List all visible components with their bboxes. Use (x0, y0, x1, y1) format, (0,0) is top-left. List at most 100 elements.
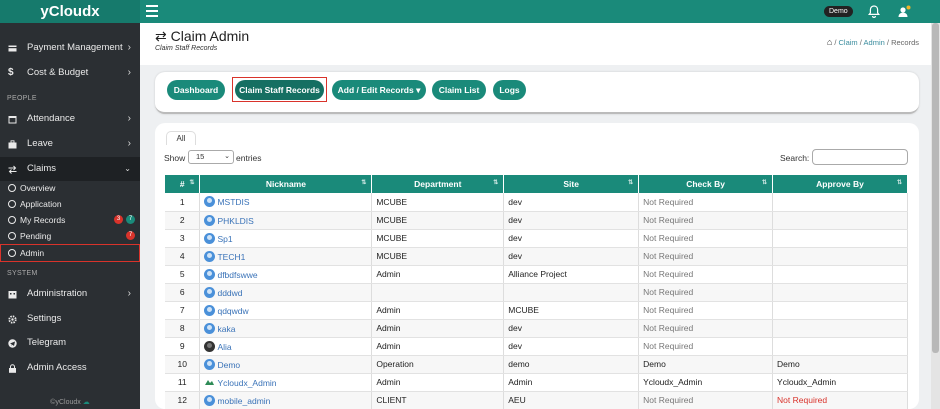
breadcrumb-claim[interactable]: Claim (839, 38, 858, 47)
logs-button[interactable]: Logs (493, 80, 526, 100)
count-badge: 7 (126, 215, 135, 224)
search-label: Search: (780, 153, 810, 163)
add-edit-records-dropdown[interactable]: Add / Edit Records ▾ (332, 80, 426, 100)
sidebar-subitem-admin[interactable]: Admin (0, 244, 140, 262)
page-scrollbar[interactable] (931, 23, 940, 409)
column-header[interactable]: # ⇅ (165, 175, 201, 193)
table-row[interactable]: 2 PHKLDIS MCUBE dev Not Required (165, 211, 908, 230)
sidebar-subitem-application[interactable]: Application (0, 196, 140, 212)
site-cell: dev (503, 193, 640, 212)
site-cell: Alliance Project (503, 265, 640, 284)
claim-list-button[interactable]: Claim List (432, 80, 486, 100)
nickname-link[interactable]: TECH1 (217, 252, 245, 262)
nickname-link[interactable]: Alia (217, 342, 231, 352)
home-icon[interactable]: ⌂ (827, 37, 832, 47)
sort-icon[interactable]: ⇅ (493, 179, 498, 186)
sidebar-subitem-my-records[interactable]: My Records 3 7 (0, 212, 140, 228)
sidebar-item-attendance[interactable]: Attendance › (0, 107, 140, 131)
table-row[interactable]: 1 MSTDIS MCUBE dev Not Required (165, 193, 908, 212)
sidebar-item-admin-access[interactable]: Admin Access (0, 356, 140, 380)
search-input[interactable] (812, 149, 908, 165)
table-row[interactable]: 9 Alia Admin dev Not Required (165, 337, 908, 356)
sidebar-item-settings[interactable]: Settings (0, 307, 140, 331)
scrollbar-thumb[interactable] (932, 23, 939, 353)
check-by-cell: Not Required (638, 301, 774, 320)
page-size-select[interactable]: 15 ⌄ (188, 150, 234, 164)
column-header[interactable]: Department ⇅ (371, 175, 505, 193)
nickname-cell[interactable]: Ycloudx_Admin (199, 373, 373, 392)
nickname-link[interactable]: qdqwdw (217, 306, 248, 316)
column-header[interactable]: Check By ⇅ (638, 175, 774, 193)
nickname-link[interactable]: Ycloudx_Admin (217, 378, 276, 388)
avatar (204, 232, 216, 244)
column-header-label: Approve By (816, 179, 864, 189)
avatar (204, 196, 216, 208)
nickname-cell[interactable]: Demo (199, 355, 373, 374)
sort-icon[interactable]: ⇅ (361, 179, 366, 186)
nickname-cell[interactable]: kaka (199, 319, 373, 338)
nickname-link[interactable]: dfbdfswwe (217, 270, 257, 280)
check-by-cell: Not Required (638, 229, 774, 248)
site-cell: dev (503, 247, 640, 266)
dashboard-button[interactable]: Dashboard (167, 80, 225, 100)
nickname-link[interactable]: kaka (217, 324, 235, 334)
department-cell: Admin (371, 301, 505, 320)
nickname-link[interactable]: MSTDIS (217, 197, 249, 207)
nickname-cell[interactable]: Sp1 (199, 229, 373, 248)
avatar (204, 394, 216, 406)
nickname-link[interactable]: dddwd (217, 288, 242, 298)
sort-icon[interactable]: ⇅ (897, 179, 902, 186)
sort-icon[interactable]: ⇅ (189, 179, 194, 186)
check-by-cell: Not Required (638, 283, 774, 302)
nickname-cell[interactable]: dfbdfswwe (199, 265, 373, 284)
site-cell: dev (503, 319, 640, 338)
breadcrumb-admin[interactable]: Admin (864, 38, 885, 47)
sidebar-item-leave[interactable]: Leave › (0, 132, 140, 156)
table-row[interactable]: 4 TECH1 MCUBE dev Not Required (165, 247, 908, 266)
table-row[interactable]: 5 dfbdfswwe Admin Alliance Project Not Requi… (165, 265, 908, 284)
sidebar-item-administration[interactable]: Administration › (0, 282, 140, 306)
table-row[interactable]: 8 kaka Admin dev Not Required (165, 319, 908, 338)
sidebar-item-payment-management[interactable]: Payment Management › (0, 36, 140, 60)
nickname-cell[interactable]: MSTDIS (199, 193, 373, 212)
sidebar-item-claims[interactable]: Claims ⌄ (0, 157, 140, 181)
nickname-link[interactable]: mobile_admin (217, 396, 270, 406)
sidebar-subitem-overview[interactable]: Overview (0, 180, 140, 196)
table-row[interactable]: 12 mobile_admin CLIENT AEU Not Required Not R… (165, 391, 908, 409)
nickname-cell[interactable]: qdqwdw (199, 301, 373, 320)
nickname-cell[interactable]: TECH1 (199, 247, 373, 266)
nickname-cell[interactable]: PHKLDIS (199, 211, 373, 230)
claim-staff-records-button[interactable]: Claim Staff Records (235, 80, 324, 100)
records-table-card: All Show 15 ⌄ entries Search: # ⇅ Nickname… (155, 123, 919, 409)
sidebar-item-telegram[interactable]: Telegram (0, 331, 140, 355)
user-name-badge[interactable]: Demo (824, 6, 853, 17)
nickname-link[interactable]: Sp1 (217, 234, 232, 244)
check-by-cell: Not Required (638, 319, 774, 338)
nickname-link[interactable]: PHKLDIS (217, 216, 253, 226)
column-header[interactable]: Site ⇅ (503, 175, 640, 193)
nickname-cell[interactable]: mobile_admin (199, 391, 373, 409)
column-header[interactable]: Nickname ⇅ (199, 175, 373, 193)
brand-logo[interactable]: yCloudx (0, 0, 140, 23)
nickname-cell[interactable]: Alia (199, 337, 373, 356)
sidebar-item-cost-budget[interactable]: $ Cost & Budget › (0, 61, 140, 85)
action-buttons-card: Dashboard Claim Staff Records Add / Edit… (155, 72, 919, 114)
copyright-text: ©yCloudx (50, 399, 81, 406)
sidebar-subitem-label: Application (20, 199, 62, 209)
hamburger-menu-icon[interactable] (146, 5, 158, 17)
sidebar-item-label: Attendance (27, 113, 76, 124)
sidebar-subitem-pending[interactable]: Pending 7 (0, 228, 140, 244)
sort-icon[interactable]: ⇅ (628, 179, 633, 186)
nickname-link[interactable]: Demo (217, 360, 240, 370)
table-row[interactable]: 6 dddwd Not Required (165, 283, 908, 302)
user-menu-icon[interactable] (897, 5, 911, 18)
column-header[interactable]: Approve By ⇅ (772, 175, 908, 193)
sort-icon[interactable]: ⇅ (762, 179, 767, 186)
table-row[interactable]: 11 Ycloudx_Admin Admin Admin Ycloudx_Admin Yc… (165, 373, 908, 392)
table-row[interactable]: 10 Demo Operation demo Demo Demo (165, 355, 908, 374)
table-row[interactable]: 7 qdqwdw Admin MCUBE Not Required (165, 301, 908, 320)
bell-icon[interactable] (868, 5, 880, 18)
table-row[interactable]: 3 Sp1 MCUBE dev Not Required (165, 229, 908, 248)
tab-all[interactable]: All (166, 131, 196, 145)
nickname-cell[interactable]: dddwd (199, 283, 373, 302)
